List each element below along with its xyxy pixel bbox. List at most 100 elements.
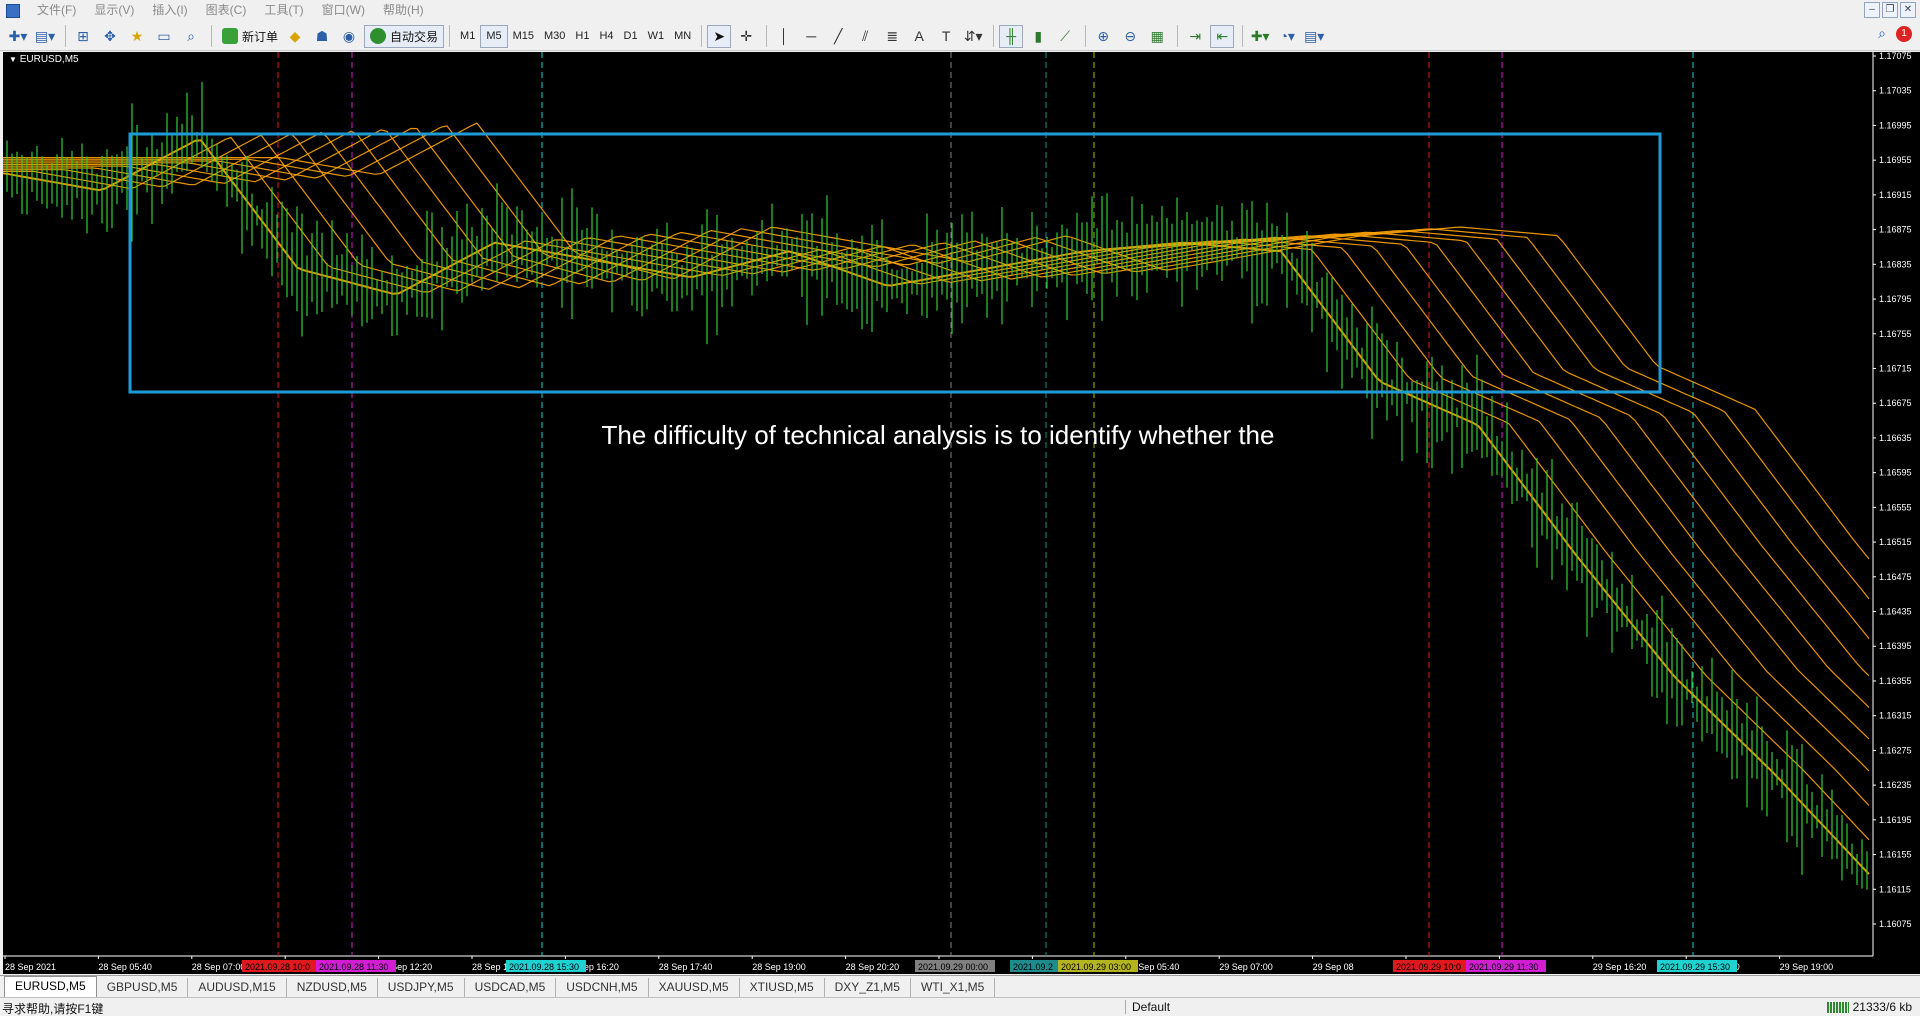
menu-charts[interactable]: 图表(C) (197, 0, 256, 21)
price-chart[interactable]: 1.17075 1.17035 1.16995 1.16955 1.16915 1.168… (3, 52, 1920, 974)
new-chart-icon[interactable]: ✚▾ (6, 25, 30, 48)
price-label: 1.16795 (1879, 294, 1912, 304)
timeframe-h4[interactable]: H4 (594, 25, 618, 48)
search-icon[interactable]: ⌕ (1878, 25, 1886, 42)
timeframe-m1[interactable]: M1 (455, 25, 480, 48)
timeframe-mn[interactable]: MN (669, 25, 696, 48)
menu-bar: 文件(F) 显示(V) 插入(I) 图表(C) 工具(T) 窗口(W) 帮助(H… (0, 0, 1920, 21)
terminal-icon[interactable]: ▭ (152, 25, 176, 48)
menu-tools[interactable]: 工具(T) (255, 0, 312, 21)
tab-nzdusd[interactable]: NZDUSD,M5 (287, 978, 378, 997)
chart-caption: The difficulty of technical analysis is … (601, 420, 1275, 450)
toolbar-separator (1177, 25, 1179, 47)
price-label: 1.16755 (1879, 329, 1912, 339)
timeframe-m5[interactable]: M5 (480, 24, 508, 48)
price-label: 1.16835 (1879, 259, 1912, 269)
minimize-button[interactable]: – (1864, 2, 1880, 18)
restore-button[interactable]: ❐ (1882, 2, 1898, 18)
favorites-icon[interactable]: ★ (125, 25, 149, 48)
channel-icon[interactable]: ⫽ (853, 25, 877, 48)
new-order-button[interactable]: 新订单 (217, 25, 283, 48)
price-label: 1.16195 (1879, 815, 1912, 825)
price-label: 1.16555 (1879, 502, 1912, 512)
timeframe-m30[interactable]: M30 (539, 25, 570, 48)
bar-chart-icon[interactable]: ╫ (999, 24, 1024, 48)
tab-usdcad[interactable]: USDCAD,M5 (465, 978, 557, 997)
text-label-icon[interactable]: T (934, 25, 958, 48)
session-tag: 2021.09.29 00:00 (918, 962, 988, 972)
tab-xauusd[interactable]: XAUUSD,M5 (649, 978, 740, 997)
price-label: 1.16675 (1879, 398, 1912, 408)
price-label: 1.16635 (1879, 433, 1912, 443)
toolbar-separator (701, 25, 703, 47)
cursor-icon[interactable]: ➤ (707, 24, 732, 48)
metaeditor-icon[interactable]: ◆ (283, 25, 307, 48)
timeframe-d1[interactable]: D1 (619, 25, 643, 48)
ma-ribbon-line-9 (3, 122, 1870, 560)
menu-view[interactable]: 显示(V) (85, 0, 143, 21)
price-label: 1.16435 (1879, 607, 1912, 617)
tile-windows-icon[interactable]: ▦ (1145, 25, 1169, 48)
autoscroll-icon[interactable]: ⇥ (1183, 25, 1207, 48)
session-tag: 2021.09.28 10:0 (245, 962, 310, 972)
profiles-icon[interactable]: ▤▾ (33, 25, 57, 48)
price-label: 1.16475 (1879, 572, 1912, 582)
indicators-icon[interactable]: ✚▾ (1248, 25, 1272, 48)
close-button[interactable]: ✕ (1900, 2, 1916, 18)
toolbar-separator (211, 25, 212, 47)
timeframe-m15[interactable]: M15 (508, 25, 539, 48)
auto-trading-button[interactable]: 自动交易 (364, 24, 445, 48)
timeframe-h1[interactable]: H1 (570, 25, 594, 48)
tab-wti[interactable]: WTI_X1,M5 (911, 978, 996, 997)
chart-shift-icon[interactable]: ⇤ (1210, 24, 1235, 48)
crosshair-icon[interactable]: ✛ (734, 25, 758, 48)
menu-window[interactable]: 窗口(W) (313, 0, 374, 21)
alert-badge[interactable]: 1 (1896, 25, 1912, 42)
tab-audusd[interactable]: AUDUSD,M15 (188, 978, 287, 997)
collapse-icon[interactable]: ▼ (9, 55, 17, 64)
auto-trading-icon (370, 28, 387, 44)
time-label: 28 Sep 07:00 (192, 962, 246, 972)
tab-eurusd[interactable]: EURUSD,M5 (4, 976, 97, 997)
line-chart-icon[interactable]: ⟋ (1053, 25, 1077, 48)
text-icon[interactable]: A (907, 25, 931, 48)
price-label: 1.16275 (1879, 745, 1912, 755)
terminal-window: 文件(F) 显示(V) 插入(I) 图表(C) 工具(T) 窗口(W) 帮助(H… (0, 0, 1920, 1016)
trendline-icon[interactable]: ╱ (826, 25, 850, 48)
horizontal-line-icon[interactable]: ─ (799, 25, 823, 48)
toolbar-separator (65, 25, 66, 47)
time-label: 28 Sep 20:20 (846, 962, 900, 972)
toolbar-separator (449, 25, 451, 47)
strategy-tester-icon[interactable]: ⌕ (179, 25, 203, 48)
zoom-out-icon[interactable]: ⊖ (1118, 25, 1142, 48)
menu-help[interactable]: 帮助(H) (374, 0, 433, 21)
status-help-text: 寻求帮助,请按F1键 (2, 1002, 104, 1016)
navigator-icon[interactable]: ✥ (98, 25, 122, 48)
tab-dxy[interactable]: DXY_Z1,M5 (825, 978, 911, 997)
menu-file[interactable]: 文件(F) (28, 0, 85, 21)
signals-icon[interactable]: ◉ (337, 25, 361, 48)
tab-usdjpy[interactable]: USDJPY,M5 (378, 978, 465, 997)
tab-xtiusd[interactable]: XTIUSD,M5 (740, 978, 825, 997)
tab-gbpusd[interactable]: GBPUSD,M5 (97, 978, 189, 997)
toolbar-right: ⌕ 1 (1878, 25, 1912, 42)
price-label: 1.17035 (1879, 86, 1912, 96)
tab-usdcnh[interactable]: USDCNH,M5 (556, 978, 649, 997)
traffic-value: 21333/6 kb (1852, 1000, 1912, 1014)
vertical-line-icon[interactable]: │ (772, 25, 796, 48)
status-profile[interactable]: Default (1125, 1000, 1170, 1014)
experts-icon[interactable]: ☗ (310, 25, 334, 48)
session-tag: 2021.09.29 03:00 (1061, 962, 1131, 972)
arrows-icon[interactable]: ⇵▾ (961, 25, 985, 48)
timeframe-w1[interactable]: W1 (643, 25, 670, 48)
templates-icon[interactable]: ▤▾ (1302, 25, 1326, 48)
candlestick-icon[interactable]: ▮ (1026, 25, 1050, 48)
fibonacci-icon[interactable]: ≣ (880, 25, 904, 48)
periods-icon[interactable]: ◔▾ (1275, 25, 1299, 48)
market-watch-icon[interactable]: ⊞ (71, 25, 95, 48)
zoom-in-icon[interactable]: ⊕ (1091, 25, 1115, 48)
chart-window[interactable]: 1.17075 1.17035 1.16995 1.16955 1.16915 1.168… (3, 52, 1920, 974)
menu-insert[interactable]: 插入(I) (143, 0, 196, 21)
price-label: 1.16075 (1879, 919, 1912, 929)
time-label: 28 Sep 19:00 (752, 962, 806, 972)
